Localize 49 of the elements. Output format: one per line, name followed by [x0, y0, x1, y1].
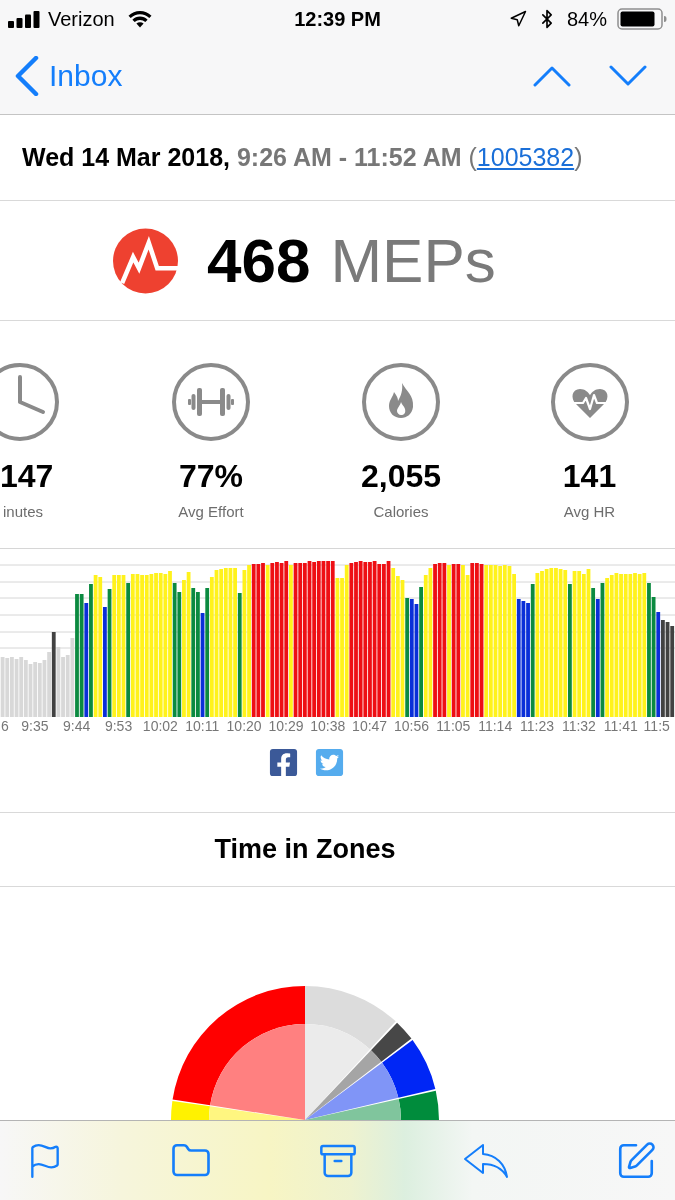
time-axis-label: 11:23 [520, 719, 555, 733]
wifi-icon [127, 10, 152, 28]
battery-percentage: 84% [566, 9, 607, 29]
reply-icon[interactable] [463, 1142, 510, 1179]
carrier-name: Verizon [48, 9, 115, 29]
time-axis-label: 10:47 [352, 719, 388, 733]
time-axis-label: 10:38 [310, 719, 346, 733]
time-axis-label: 9:35 [21, 719, 49, 733]
time-axis-label: 11:32 [561, 719, 596, 733]
clock-icon [0, 362, 60, 442]
twitter-icon[interactable] [314, 747, 345, 778]
time-axis-label: 11:41 [603, 719, 638, 733]
facebook-icon[interactable] [268, 747, 299, 778]
time-axis-label: 11:14 [478, 719, 513, 733]
back-button[interactable]: Inbox [0, 56, 123, 96]
session-id-link[interactable]: 1005382 [476, 143, 575, 171]
signal-icon [8, 10, 40, 28]
location-arrow-icon [508, 10, 527, 28]
time-axis-label: 10:02 [142, 719, 178, 733]
time-axis-label: 10:29 [268, 719, 304, 733]
flame-icon [361, 362, 441, 442]
time-axis-label: 11:5 [643, 719, 670, 733]
stat-value: 147 [0, 458, 54, 494]
session-date-line: Wed 14 Mar 2018, 9:26 AM - 11:52 AM (1005382) [22, 145, 583, 170]
time-axis-label: 9:44 [63, 719, 91, 733]
stat-value: 141 [562, 458, 617, 494]
time-axis-label: 10:20 [226, 719, 262, 733]
section-title: Time in Zones [214, 836, 396, 863]
heart-pulse-icon [549, 362, 630, 442]
time-axis-label: 10:56 [394, 719, 429, 733]
stat-value: 2,055 [360, 458, 442, 494]
meps-value: 468 [207, 229, 311, 292]
time-axis-label: 11:05 [436, 719, 471, 733]
battery-icon [617, 8, 667, 30]
stat-label: Avg HR [563, 503, 616, 521]
stat-label: inutes [2, 503, 44, 521]
time-axis-label: 10:11 [185, 719, 220, 733]
chevron-down-icon[interactable] [609, 65, 647, 87]
time-axis-label: 9:53 [104, 719, 133, 733]
stat-label: Avg Effort [178, 503, 244, 521]
dumbbell-icon [171, 362, 251, 442]
time-axis-label: 6 [1, 719, 9, 733]
chevron-left-icon [15, 56, 39, 96]
pulse-logo-icon [113, 227, 178, 294]
chevron-up-icon[interactable] [533, 65, 571, 87]
stat-value: 77% [178, 458, 243, 494]
meps-unit: MEPs [330, 229, 496, 292]
clock-time: 12:39 PM [294, 9, 381, 29]
stat-label: Calories [373, 503, 429, 521]
